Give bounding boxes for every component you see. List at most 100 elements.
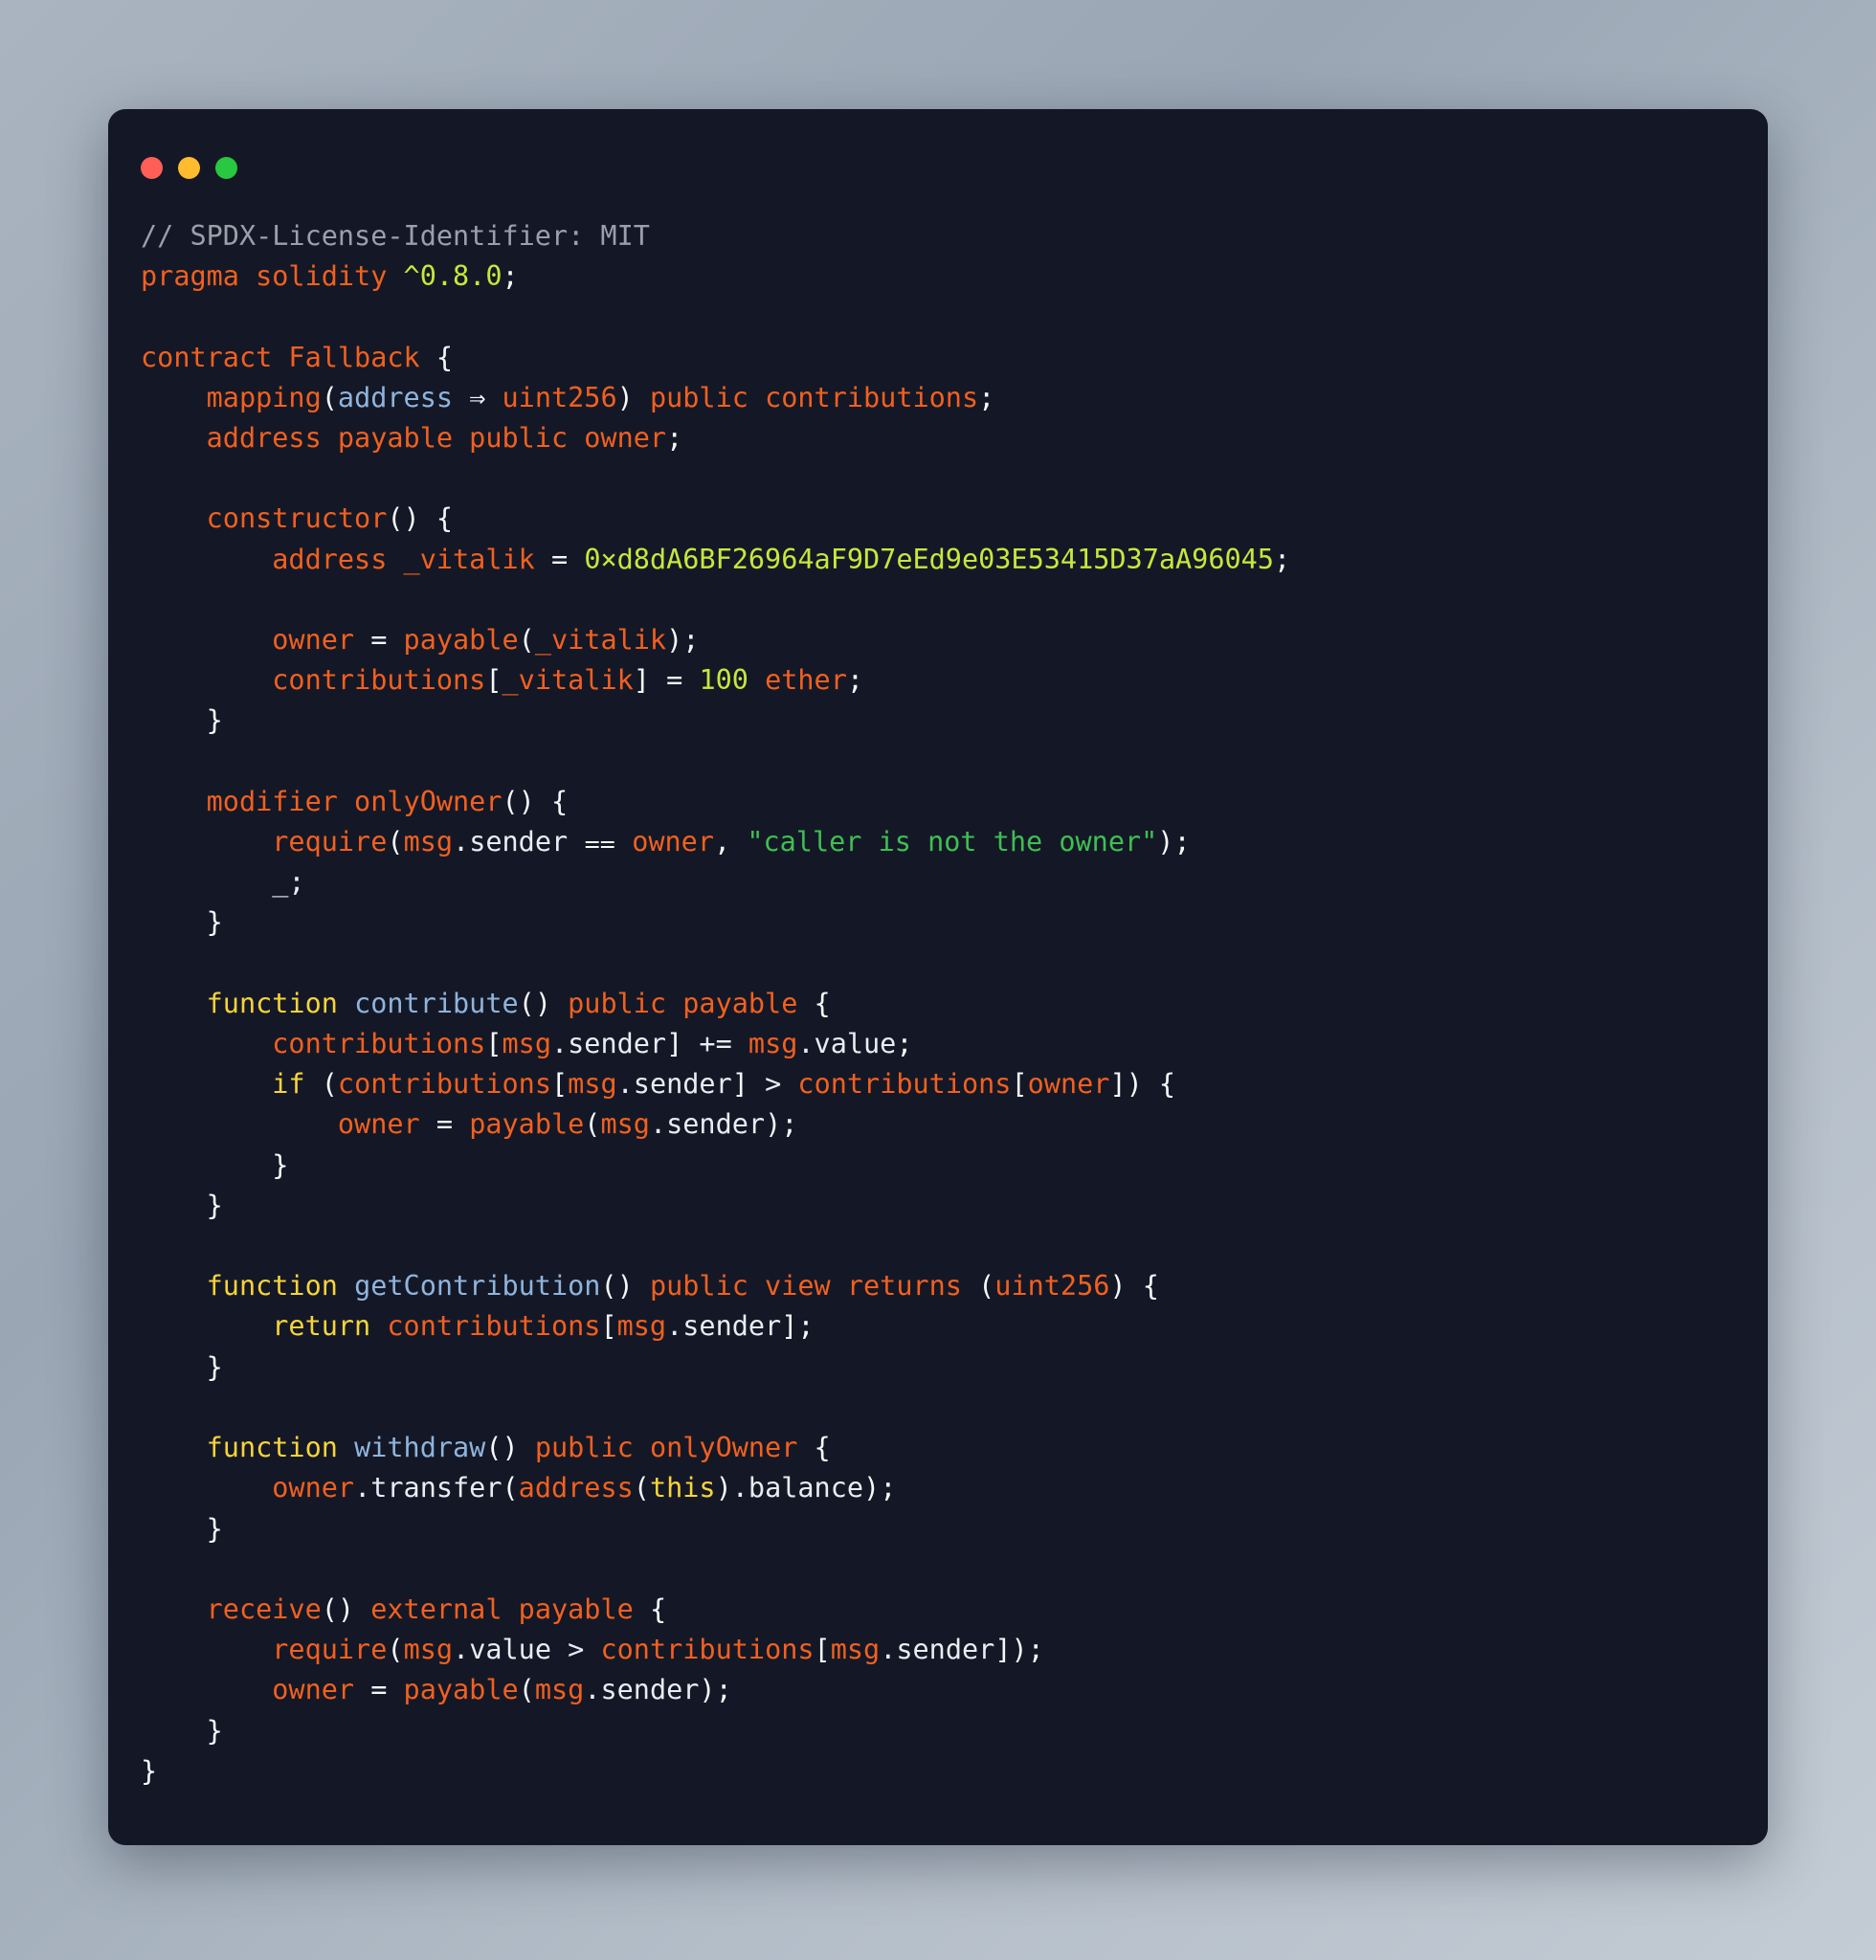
code-token-kw: receive [141, 1592, 322, 1625]
code-token-kw: address [141, 543, 404, 575]
source-code-block[interactable]: // SPDX-License-Identifier: MIT pragma s… [108, 216, 1768, 1792]
code-token-plain: .value [797, 1028, 897, 1060]
code-token-pun: () { [502, 785, 569, 817]
code-token-pun: ; [1273, 543, 1291, 575]
code-line: _; [141, 862, 1735, 902]
minimize-window-button[interactable] [178, 156, 200, 179]
code-token-pun: () [321, 1592, 371, 1625]
code-token-pun: () [600, 1270, 634, 1303]
code-line: } [141, 902, 1735, 943]
code-token-pun: ; [846, 664, 864, 697]
code-token-plain: .sender [880, 1634, 995, 1666]
code-line: } [141, 1751, 1735, 1792]
code-token-pun: ; [978, 381, 995, 413]
code-token-kw: _vitalik [502, 664, 634, 697]
code-token-pun: = [354, 624, 404, 657]
code-token-pun: ) [715, 1472, 732, 1504]
code-token-plain: .sender [649, 1108, 766, 1141]
code-token-kw: contributions [370, 1310, 601, 1343]
code-token-kw: public payable [550, 987, 815, 1019]
code-line: require(msg.sender ⩵ owner, "caller is n… [141, 822, 1735, 862]
code-line: constructor() { [141, 499, 1735, 539]
code-line: owner.transfer(address(this).balance); [141, 1468, 1735, 1508]
code-token-pun: ] [633, 664, 650, 697]
code-token-kw: contributions [141, 664, 486, 697]
code-token-plain: += [682, 1028, 748, 1060]
code-token-pun: () { [387, 502, 454, 535]
code-token-pun: ( [633, 1472, 650, 1504]
code-token-kw: public onlyOwner [518, 1432, 815, 1464]
code-token-kw: msg [534, 1674, 585, 1706]
code-token-pun: ( [518, 1674, 535, 1706]
code-token-pun: [ [485, 1028, 502, 1060]
code-token-pun: ; [682, 624, 700, 657]
code-token-kw: owner [632, 826, 714, 858]
code-token-pun: [ [600, 1310, 617, 1343]
code-token-com: // SPDX-License-Identifier: MIT [141, 220, 650, 252]
code-token-kw: external payable [370, 1592, 650, 1625]
code-token-pun: ( [304, 1068, 338, 1101]
code-token-kw: msg [568, 1068, 617, 1101]
code-line: } [141, 1186, 1735, 1226]
code-token-pun: = [419, 1108, 470, 1141]
code-token-plain: > [551, 1634, 601, 1666]
code-token-pun: ; [896, 1028, 913, 1060]
maximize-window-button[interactable] [215, 156, 237, 179]
code-token-kw: msg [403, 1634, 454, 1666]
code-line: function contribute() public payable { [141, 984, 1735, 1024]
code-line: address payable public owner; [141, 418, 1735, 458]
code-token-pun: { [814, 1432, 831, 1464]
code-token-kw: contributions [337, 1068, 551, 1101]
code-token-kw: payable [469, 1108, 585, 1141]
code-token-pun: ; [1173, 826, 1191, 858]
code-token-pun: { [436, 341, 454, 373]
code-token-kw: owner [141, 624, 355, 657]
code-token-pun: { [814, 987, 831, 1019]
code-line: function withdraw() public onlyOwner { [141, 1428, 1735, 1468]
code-token-kw: modifier onlyOwner [141, 785, 502, 817]
code-line: if (contributions[msg.sender] > contribu… [141, 1064, 1735, 1104]
code-token-pun: = [354, 1674, 404, 1706]
code-token-pun: ; [880, 1472, 897, 1504]
code-token-kw: msg [502, 1028, 551, 1060]
code-token-plain: .sender [550, 1028, 667, 1060]
code-token-kw: contributions [600, 1634, 815, 1666]
code-token-kw: owner [1027, 1068, 1110, 1101]
code-token-fn: contribute [337, 987, 519, 1019]
code-token-kw: owner [141, 1108, 420, 1141]
code-line: contract Fallback { [141, 338, 1735, 378]
close-window-button[interactable] [141, 156, 163, 179]
code-token-pun: ; [797, 1310, 815, 1343]
code-token-kw2: function [141, 987, 338, 1019]
code-token-pun: ) [863, 1472, 881, 1504]
code-token-type: address [337, 381, 454, 413]
code-line: require(msg.value > contributions[msg.se… [141, 1630, 1735, 1670]
code-token-kw: uint256 [502, 381, 617, 413]
code-token-pun: } [141, 1754, 158, 1787]
code-token-pun: ; [502, 260, 519, 293]
code-token-kw: msg [616, 1310, 667, 1343]
code-token-pun: ) [699, 1674, 716, 1706]
code-token-kw: payable [403, 624, 519, 657]
code-token-pun: () [518, 987, 551, 1019]
code-token-pun: { [1142, 1068, 1176, 1101]
code-token-pun: [ [814, 1634, 831, 1666]
code-token-kw: address [518, 1472, 634, 1504]
code-line: address _vitalik = 0×d8dA6BF26964aF9D7eE… [141, 540, 1735, 580]
code-line: pragma solidity ^0.8.0; [141, 256, 1735, 297]
code-token-pun: , [714, 826, 748, 858]
code-token-kw: require [141, 1634, 388, 1666]
code-token-pun: ( [387, 826, 404, 858]
code-token-plain: .sender [616, 1068, 732, 1101]
code-token-var: _vitalik [403, 543, 535, 575]
code-token-kw: msg [748, 1028, 798, 1060]
code-token-fn: getContribution [337, 1270, 601, 1303]
code-token-pun: ( [387, 1634, 404, 1666]
code-token-num: 0×d8dA6BF26964aF9D7eEd9e03E53415D37aA960… [584, 543, 1274, 575]
code-token-pun: ⇒ [453, 381, 502, 413]
